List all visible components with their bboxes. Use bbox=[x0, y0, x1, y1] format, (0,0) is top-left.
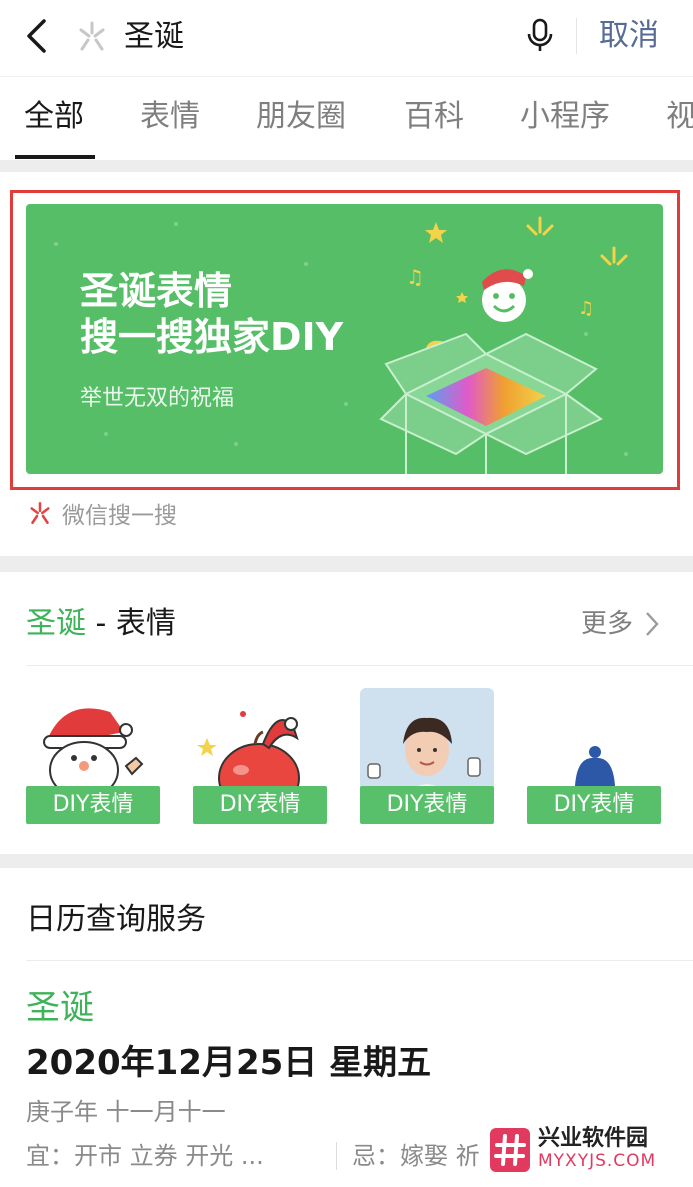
more-link[interactable]: 更多 bbox=[581, 606, 659, 642]
section-title: 圣诞 - 表情 bbox=[26, 604, 176, 644]
sticker-item[interactable]: DIY表情 bbox=[193, 688, 327, 824]
sticker-section: 圣诞 - 表情 更多 DIY表情 DIY表情 DIY表情 DIY表情 bbox=[0, 572, 693, 854]
search-bar: 圣诞 取消 bbox=[0, 0, 693, 76]
sticker-item[interactable]: DIY表情 bbox=[360, 688, 494, 824]
divider bbox=[576, 18, 577, 54]
sticker-item[interactable]: DIY表情 bbox=[527, 688, 661, 824]
lunar-date: 庚子年 十一月十一 bbox=[26, 1098, 226, 1126]
sticker-item[interactable]: DIY表情 bbox=[26, 688, 160, 824]
highlight-box bbox=[10, 190, 680, 490]
more-label: 更多 bbox=[581, 609, 634, 639]
sticker-tag: DIY表情 bbox=[527, 786, 661, 824]
search-input[interactable]: 圣诞 bbox=[124, 17, 184, 57]
cancel-button[interactable]: 取消 bbox=[599, 16, 659, 56]
sticker-tag: DIY表情 bbox=[360, 786, 494, 824]
suitable-activities: 宜：开市 立券 开光 ... bbox=[26, 1142, 264, 1170]
microphone-icon[interactable] bbox=[524, 18, 556, 54]
sticker-tag: DIY表情 bbox=[193, 786, 327, 824]
search-tabs: 全部 表情 朋友圈 百科 小程序 视 bbox=[0, 76, 693, 160]
site-watermark: 兴业软件园 MYXYJS.COM bbox=[486, 1124, 686, 1176]
chevron-right-icon bbox=[646, 612, 659, 636]
wechat-search-logo-icon bbox=[30, 501, 50, 525]
promo-card: 圣诞表情 搜一搜独家DIY 举世无双的祝福 ♫ ♫ 微信搜一搜 bbox=[0, 172, 693, 556]
tab-video[interactable]: 视 bbox=[666, 97, 693, 137]
calendar-section-title: 日历查询服务 bbox=[26, 902, 206, 937]
active-tab-indicator bbox=[15, 155, 95, 159]
source-label: 微信搜一搜 bbox=[28, 496, 177, 530]
divider bbox=[26, 960, 693, 961]
hash-logo-icon bbox=[490, 1128, 530, 1172]
back-arrow-icon[interactable] bbox=[16, 16, 56, 56]
watermark-domain: MYXYJS.COM bbox=[538, 1151, 657, 1171]
calendar-date: 2020年12月25日 星期五 bbox=[26, 1043, 432, 1083]
watermark-title: 兴业软件园 bbox=[538, 1126, 649, 1151]
sticker-tag: DIY表情 bbox=[26, 786, 160, 824]
section-title-type: - 表情 bbox=[86, 606, 176, 641]
avoid-activities: 忌：嫁娶 祈 bbox=[352, 1142, 480, 1170]
tab-encyclopedia[interactable]: 百科 bbox=[404, 97, 464, 137]
tab-all[interactable]: 全部 bbox=[24, 97, 84, 137]
tab-moments[interactable]: 朋友圈 bbox=[256, 97, 346, 137]
source-text: 微信搜一搜 bbox=[62, 503, 177, 529]
tab-stickers[interactable]: 表情 bbox=[140, 97, 200, 137]
divider bbox=[336, 1142, 337, 1170]
wechat-search-logo-icon bbox=[76, 20, 108, 52]
holiday-name[interactable]: 圣诞 bbox=[26, 986, 94, 1030]
tab-mini-programs[interactable]: 小程序 bbox=[520, 97, 610, 137]
section-title-keyword: 圣诞 bbox=[26, 606, 86, 641]
divider bbox=[26, 665, 693, 666]
